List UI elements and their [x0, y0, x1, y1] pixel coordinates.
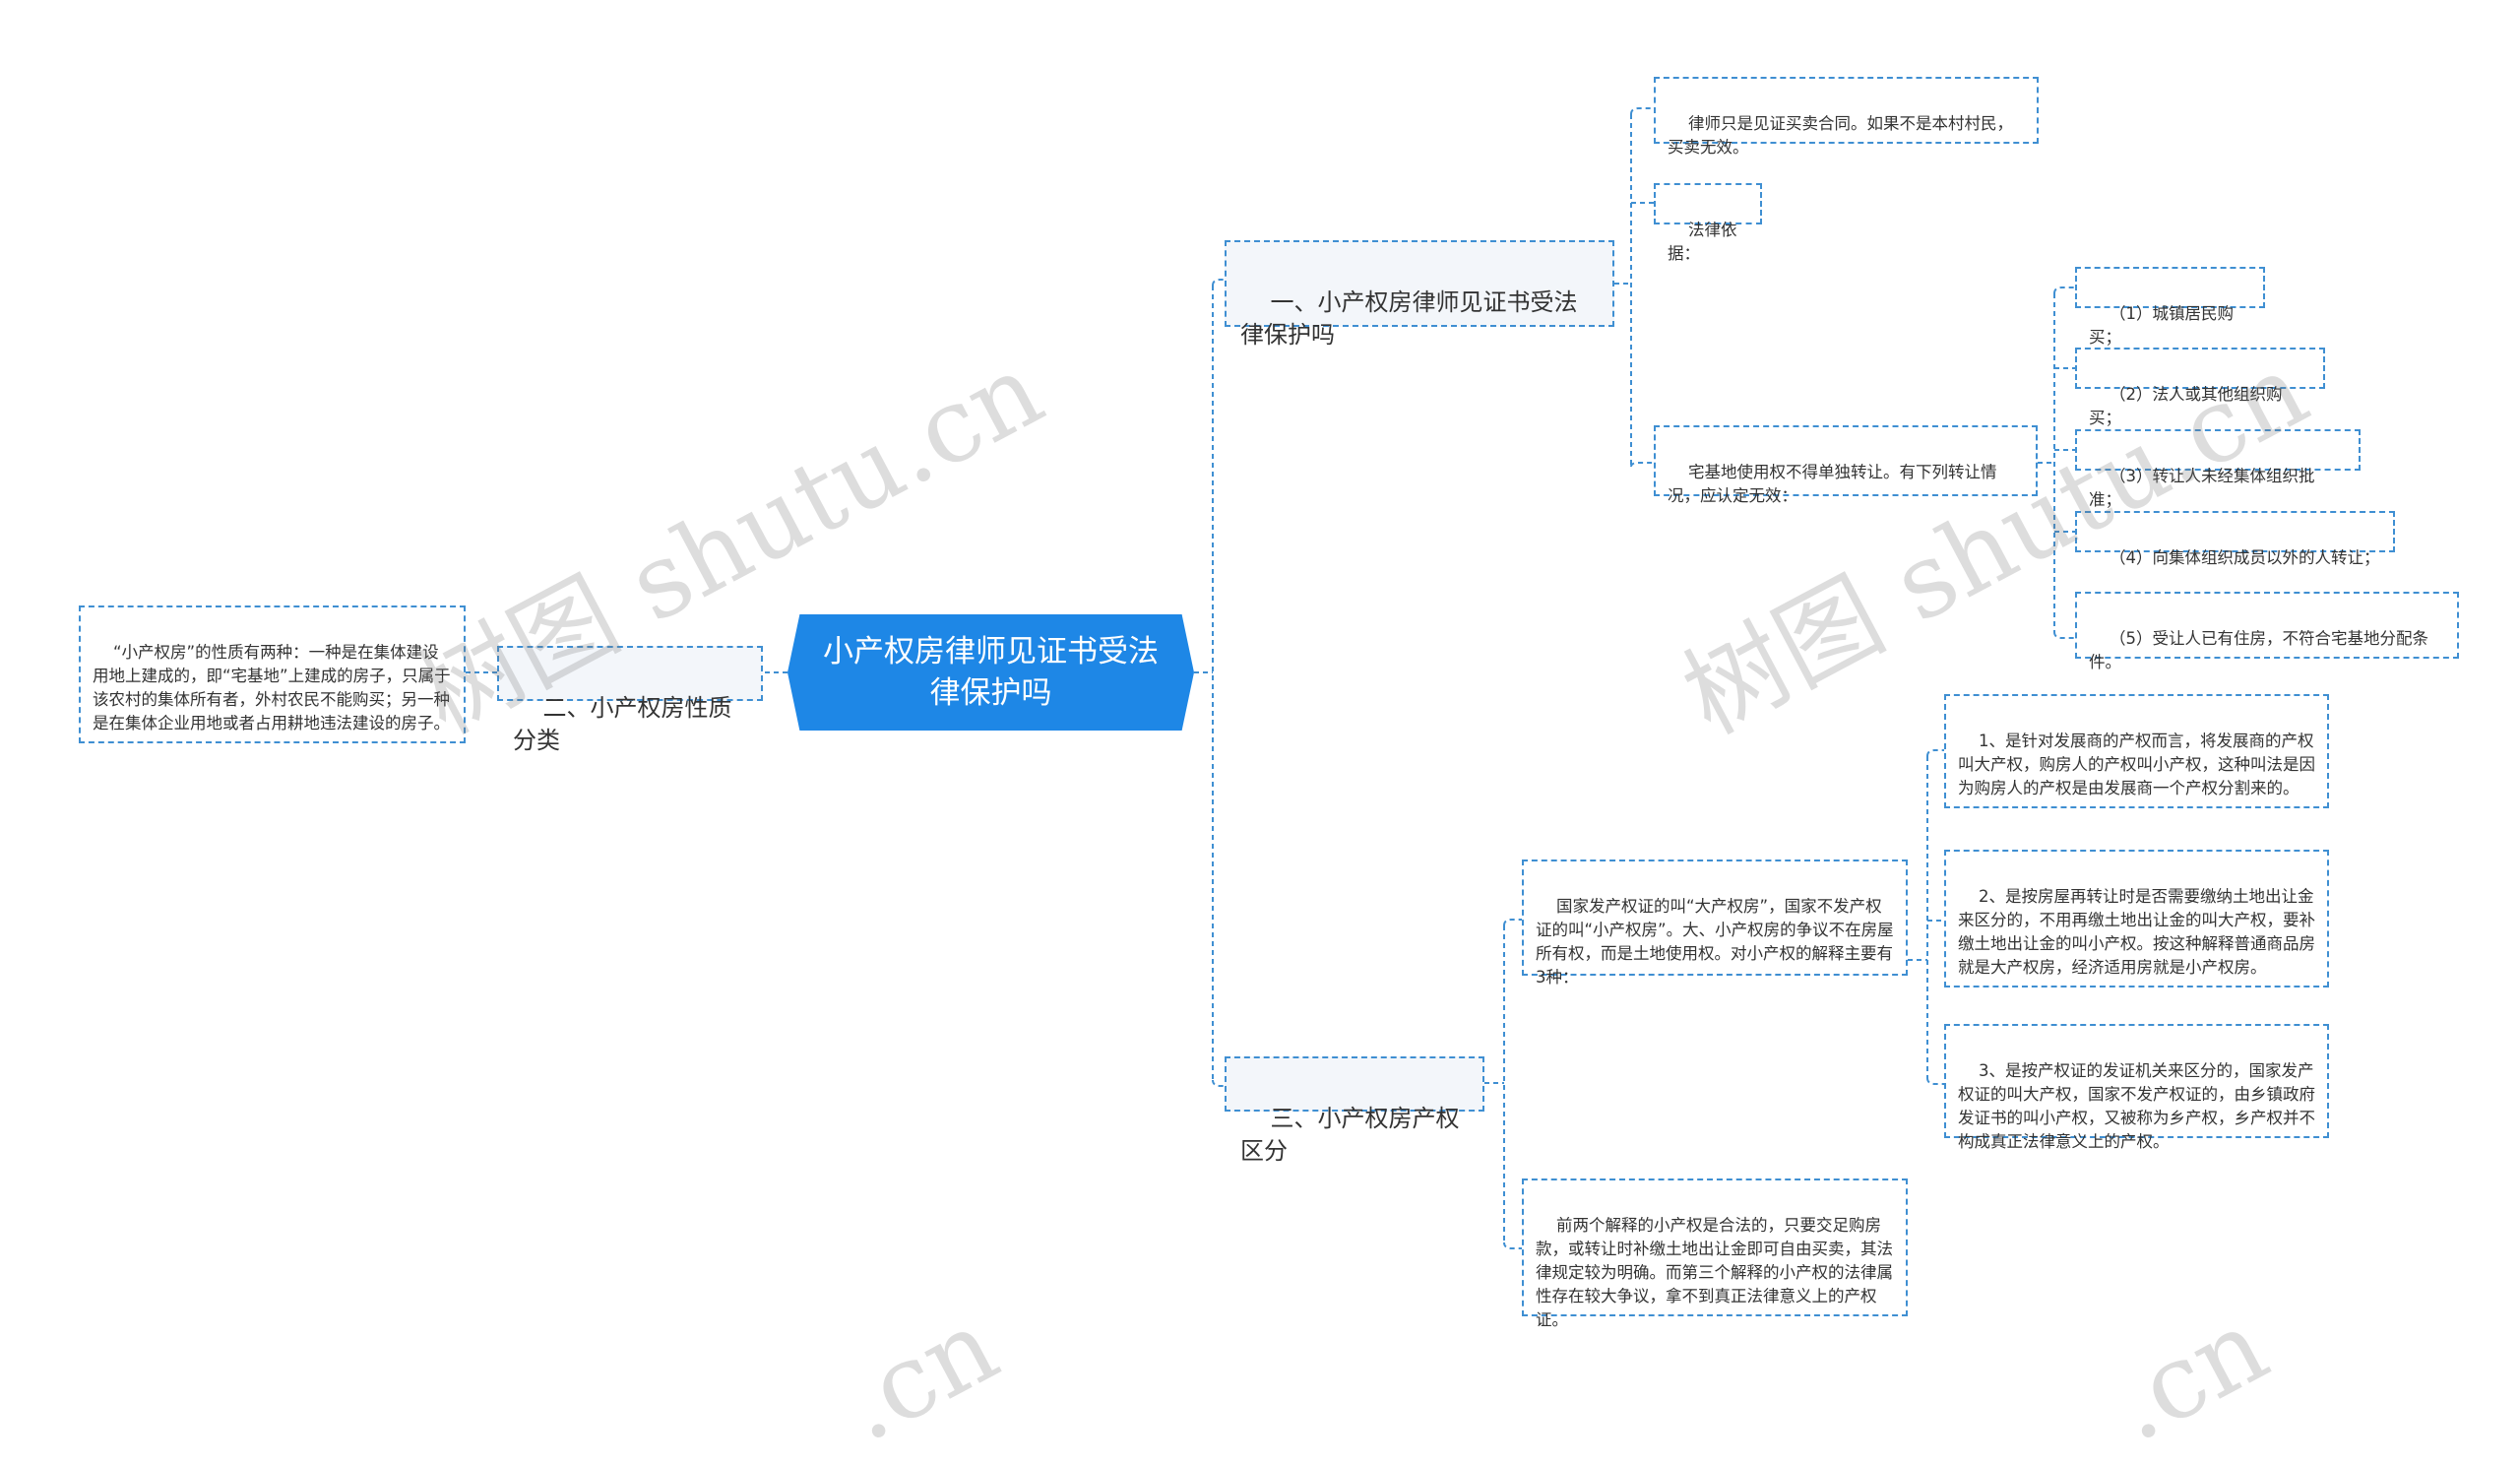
link-b1-note [1630, 107, 1654, 115]
leaf-text: 国家发产权证的叫“大产权房”，国家不发产权证的叫“小产权房”。大、小产权房的争议… [1536, 897, 1894, 987]
leaf-explanation-2[interactable]: 2、是按房屋再转让时是否需要缴纳土地出让金来区分的，不用再缴土地出让金的叫大产权… [1944, 850, 2329, 987]
leaf-text: “小产权房”的性质有两种：一种是在集体建设用地上建成的，即“宅基地”上建成的房子… [93, 643, 451, 732]
leaf-text: 2、是按房屋再转让时是否需要缴纳土地出让金来区分的，不用再缴土地出让金的叫大产权… [1958, 887, 2315, 977]
leaf-rule-item-5[interactable]: （5）受让人已有住房，不符合宅基地分配条件。 [2075, 592, 2459, 671]
mind-map-canvas: 小产权房律师见证书受法律保护吗 一、小产权房律师见证书受法律保护吗 律师只是见证… [0, 0, 2520, 1465]
leaf-explanation-1[interactable]: 1、是针对发展商的产权而言，将发展商的产权叫大产权，购房人的产权叫小产权，这种叫… [1944, 694, 2329, 808]
branch-property-nature[interactable]: 二、小产权房性质分类 [497, 646, 763, 754]
link-rule-r5 [2053, 631, 2075, 639]
leaf-rule-item-1[interactable]: （1）城镇居民购买； [2075, 267, 2265, 347]
leaf-distinction-intro[interactable]: 国家发产权证的叫“大产权房”，国家不发产权证的叫“小产权房”。大、小产权房的争议… [1522, 860, 1908, 987]
leaf-text: 3、是按产权证的发证机关来区分的，国家发产权证的叫大产权，国家不发产权证的，由乡… [1958, 1061, 2315, 1151]
link-trunk-b3 [1212, 1079, 1225, 1087]
leaf-text: 1、是针对发展商的产权而言，将发展商的产权叫大产权，购房人的产权叫小产权，这种叫… [1958, 732, 2315, 797]
leaf-rule-item-3[interactable]: （3）转让人未经集体组织批准； [2075, 429, 2361, 509]
leaf-text: （4）向集体组织成员以外的人转让； [2109, 548, 2380, 567]
leaf-explanation-3[interactable]: 3、是按产权证的发证机关来区分的，国家发产权证的叫大产权，国家不发产权证的，由乡… [1944, 1024, 2329, 1151]
leaf-rule-item-2[interactable]: （2）法人或其他组织购买； [2075, 348, 2325, 427]
root-topic[interactable]: 小产权房律师见证书受法律保护吗 [788, 614, 1194, 731]
leaf-witness-note[interactable]: 律师只是见证买卖合同。如果不是本村村民，买卖无效。 [1654, 77, 2039, 157]
leaf-distinction-summary[interactable]: 前两个解释的小产权是合法的，只要交足购房款，或转让时补缴土地出让金即可自由买卖，… [1522, 1178, 1908, 1329]
leaf-nature-description[interactable]: “小产权房”的性质有两种：一种是在集体建设用地上建成的，即“宅基地”上建成的房子… [79, 605, 466, 743]
link-intro-e3 [1926, 1077, 1944, 1085]
leaf-text: 前两个解释的小产权是合法的，只要交足购房款，或转让时补缴土地出让金即可自由买卖，… [1536, 1216, 1893, 1329]
root-topic-label: 小产权房律师见证书受法律保护吗 [823, 634, 1159, 711]
link-rule-r1 [2053, 287, 2075, 294]
link-intro-e1 [1926, 749, 1944, 757]
branch-lawyer-certificate[interactable]: 一、小产权房律师见证书受法律保护吗 [1225, 240, 1614, 349]
link-trunk-b1 [1212, 279, 1225, 287]
leaf-homestead-rule[interactable]: 宅基地使用权不得单独转让。有下列转让情况，应认定无效： [1654, 425, 2038, 505]
leaf-legal-basis[interactable]: 法律依据： [1654, 183, 1762, 263]
branch-property-distinction[interactable]: 三、小产权房产权区分 [1225, 1056, 1484, 1165]
link-b1-rule [1630, 462, 1654, 468]
leaf-rule-item-4[interactable]: （4）向集体组织成员以外的人转让； [2075, 511, 2395, 567]
link-b3-summary [1503, 1242, 1522, 1249]
link-b3-intro [1503, 919, 1522, 926]
